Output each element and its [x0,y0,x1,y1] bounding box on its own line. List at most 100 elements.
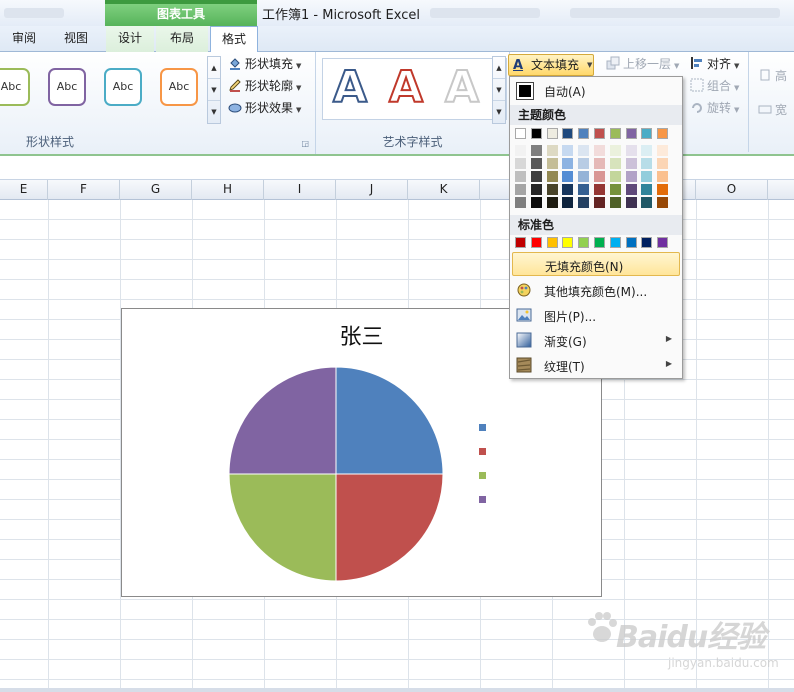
theme-color-shade-swatch[interactable] [641,184,653,195]
theme-color-shade-swatch[interactable] [530,171,542,182]
theme-color-shade-swatch[interactable] [515,197,526,208]
theme-color-shade-swatch[interactable] [515,184,526,195]
gradient-fill-item[interactable]: 渐变(G) ▶ [512,328,680,352]
theme-color-shade-swatch[interactable] [562,171,574,182]
theme-color-shade-swatch[interactable] [609,158,621,169]
theme-color-swatch[interactable] [657,128,669,139]
theme-color-shade-swatch[interactable] [530,145,542,156]
theme-color-shade-swatch[interactable] [657,197,669,208]
wordart-sample[interactable]: A [388,61,424,115]
auto-color-item[interactable]: 自动(A) [512,79,680,103]
theme-color-swatch[interactable] [562,128,574,139]
text-fill-button[interactable]: A 文本填充 ▼ [508,54,594,76]
shape-outline-button[interactable]: 形状轮廓 ▼ [228,76,301,96]
picture-fill-item[interactable]: 图片(P)... [512,303,680,327]
theme-color-shade-swatch[interactable] [594,184,605,195]
standard-color-swatch[interactable] [562,237,574,248]
theme-color-shade-swatch[interactable] [578,171,590,182]
theme-color-shade-swatch[interactable] [657,145,669,156]
theme-color-shade-swatch[interactable] [578,145,590,156]
standard-color-swatch[interactable] [530,237,542,248]
standard-color-swatch[interactable] [515,237,526,248]
standard-color-swatch[interactable] [609,237,621,248]
column-header[interactable]: G [120,180,192,200]
standard-color-swatch[interactable] [625,237,637,248]
wordart-gallery-scroll[interactable]: ▲ ▼ ▼ [492,56,506,124]
shape-style-thumb[interactable]: Abc [160,68,198,106]
shape-style-thumb[interactable]: Abc [104,68,142,106]
theme-color-shade-swatch[interactable] [641,158,653,169]
pie-slice-3[interactable] [228,473,337,582]
theme-color-shade-swatch[interactable] [641,171,653,182]
theme-color-shade-swatch[interactable] [594,158,605,169]
theme-color-swatch[interactable] [594,128,605,139]
texture-fill-item[interactable]: 纹理(T) ▶ [512,353,680,377]
scroll-down-icon[interactable]: ▼ [208,79,220,101]
tab-review[interactable]: 审阅 [0,26,48,52]
column-header[interactable]: F [48,180,120,200]
bring-forward-button[interactable]: 上移一层 ▼ [606,54,679,74]
theme-color-shade-swatch[interactable] [594,197,605,208]
tab-view[interactable]: 视图 [50,26,102,52]
theme-color-swatch[interactable] [641,128,653,139]
theme-color-shade-swatch[interactable] [578,158,590,169]
theme-color-shade-swatch[interactable] [530,197,542,208]
theme-color-shade-swatch[interactable] [625,145,637,156]
wordart-sample[interactable]: A [444,61,480,115]
gallery-more-icon[interactable]: ▼ [493,101,505,123]
theme-color-swatch[interactable] [515,128,526,139]
theme-color-shade-swatch[interactable] [657,184,669,195]
standard-color-swatch[interactable] [578,237,590,248]
theme-color-shade-swatch[interactable] [625,158,637,169]
column-header[interactable]: J [336,180,408,200]
theme-color-shade-swatch[interactable] [546,158,558,169]
dialog-launcher-icon[interactable]: ◲ [301,139,309,148]
theme-color-shade-swatch[interactable] [562,184,574,195]
theme-color-swatch[interactable] [530,128,542,139]
group-button[interactable]: 组合 ▼ [690,76,739,96]
tab-format[interactable]: 格式 [210,26,258,53]
pie-slice-2[interactable] [335,473,444,582]
pie-slice-1[interactable] [335,366,444,475]
column-header[interactable]: E [0,180,48,200]
theme-color-shade-swatch[interactable] [546,171,558,182]
standard-color-swatch[interactable] [546,237,558,248]
tab-layout[interactable]: 布局 [156,26,208,52]
theme-color-shade-swatch[interactable] [546,197,558,208]
legend-key-2[interactable] [479,448,486,455]
shape-style-thumb[interactable]: Abc [48,68,86,106]
column-header[interactable]: H [192,180,264,200]
legend-key-1[interactable] [479,424,486,431]
theme-color-swatch[interactable] [609,128,621,139]
theme-color-shade-swatch[interactable] [530,158,542,169]
theme-color-shade-swatch[interactable] [530,184,542,195]
column-header[interactable]: I [264,180,336,200]
theme-color-shade-swatch[interactable] [515,158,526,169]
theme-color-shade-swatch[interactable] [625,197,637,208]
scroll-up-icon[interactable]: ▲ [493,57,505,79]
bottom-scrollbar[interactable] [0,688,794,692]
shape-height-control[interactable]: 高 [758,66,787,86]
shape-width-control[interactable]: 宽 [758,100,787,120]
theme-color-shade-swatch[interactable] [609,184,621,195]
theme-color-shade-swatch[interactable] [594,145,605,156]
pie-slice-4[interactable] [228,366,337,475]
theme-color-shade-swatch[interactable] [562,158,574,169]
theme-color-shade-swatch[interactable] [578,197,590,208]
standard-color-swatch[interactable] [594,237,605,248]
theme-color-shade-swatch[interactable] [625,171,637,182]
theme-color-shade-swatch[interactable] [657,171,669,182]
theme-color-swatch[interactable] [625,128,637,139]
theme-color-shade-swatch[interactable] [609,197,621,208]
theme-color-shade-swatch[interactable] [641,197,653,208]
scroll-down-icon[interactable]: ▼ [493,79,505,101]
more-fill-colors-item[interactable]: 其他填充颜色(M)... [512,278,680,302]
wordart-gallery[interactable]: A A A [322,58,507,120]
shape-styles-gallery-scroll[interactable]: ▲ ▼ ▼ [207,56,221,124]
standard-color-swatch[interactable] [641,237,653,248]
theme-color-shade-swatch[interactable] [562,197,574,208]
theme-color-swatch[interactable] [578,128,590,139]
legend-key-4[interactable] [479,496,486,503]
shape-effects-button[interactable]: 形状效果 ▼ [228,98,301,118]
theme-color-swatch[interactable] [546,128,558,139]
